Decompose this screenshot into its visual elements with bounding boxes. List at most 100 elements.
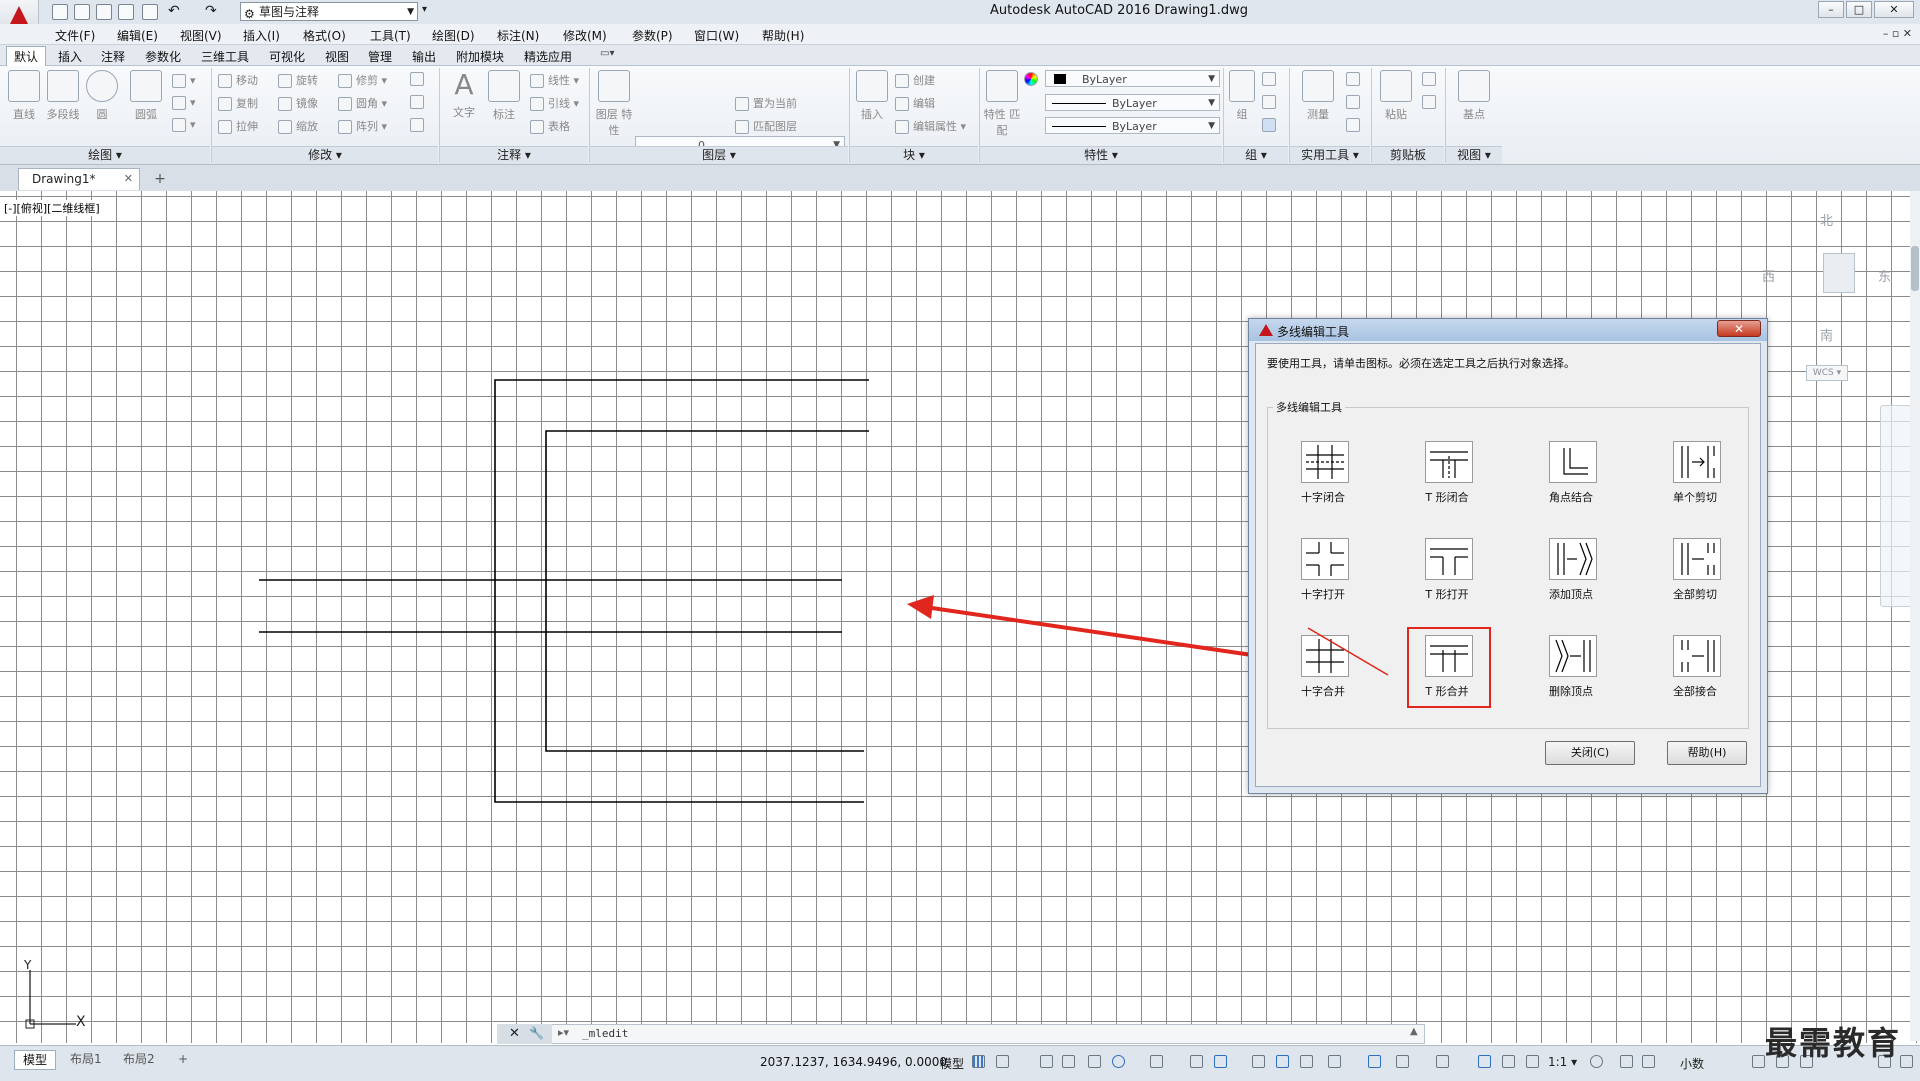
wrench-icon[interactable]: 🔧 — [529, 1026, 544, 1040]
3d-object-snap-icon[interactable] — [1328, 1055, 1341, 1068]
navigation-bar[interactable] — [1880, 405, 1912, 607]
viewport-controls-label[interactable]: [-][俯视][二维线框] — [4, 200, 100, 216]
close-icon[interactable]: ✕ — [509, 1026, 520, 1041]
quick-properties-icon[interactable] — [1752, 1055, 1765, 1068]
base-view-tool[interactable]: 基点 — [1452, 66, 1496, 122]
command-line[interactable] — [497, 1024, 1425, 1044]
annotation-scale-value[interactable]: 1:1 ▾ — [1548, 1055, 1577, 1069]
panel-layers-title[interactable]: 图层 ▾ — [590, 146, 848, 164]
panel-properties-title[interactable]: 特性 ▾ — [980, 146, 1222, 164]
print-icon[interactable] — [142, 4, 158, 20]
menu-help[interactable]: 帮助(H) — [762, 27, 804, 44]
close-window-button[interactable]: ✕ — [1874, 1, 1914, 18]
trim-tool[interactable]: 修剪 ▾ — [338, 72, 387, 88]
grid-icon[interactable] — [972, 1055, 985, 1068]
mirror-tool[interactable]: 镜像 — [278, 95, 318, 111]
match-layer-tool[interactable]: 匹配图层 — [735, 118, 797, 134]
arc-tool[interactable]: 圆弧 — [124, 66, 168, 122]
menu-format[interactable]: 格式(O) — [303, 27, 346, 44]
viewcube-west[interactable]: 西 — [1762, 266, 1775, 285]
line-tool[interactable]: 直线 — [2, 66, 46, 122]
dimension-tool[interactable]: 标注 — [482, 66, 526, 122]
move-tool[interactable]: 移动 — [218, 72, 258, 88]
save-as-icon[interactable] — [118, 4, 134, 20]
tab-3d-tools[interactable]: 三维工具 — [201, 48, 249, 65]
tab-output[interactable]: 输出 — [412, 48, 436, 65]
document-window-controls[interactable]: – ▫ ✕ — [1883, 27, 1912, 40]
hatch-tool[interactable]: ▾ — [172, 96, 196, 110]
polyline-tool[interactable]: 多段线 — [41, 66, 85, 122]
stretch-tool[interactable]: 拉伸 — [218, 118, 258, 134]
paste-tool[interactable]: 粘贴 — [1374, 66, 1418, 122]
edit-attributes-tool[interactable]: 编辑属性 ▾ — [895, 118, 966, 134]
color-wheel-icon[interactable] — [1024, 72, 1042, 86]
dynamic-ucs-icon[interactable] — [1368, 1055, 1381, 1068]
tab-visualize[interactable]: 可视化 — [269, 48, 305, 65]
gizmo-icon[interactable] — [1436, 1055, 1449, 1068]
object-snap-icon[interactable] — [1214, 1055, 1227, 1068]
rotate-tool[interactable]: 旋转 — [278, 72, 318, 88]
ungroup-tool[interactable] — [1262, 72, 1280, 86]
menu-edit[interactable]: 编辑(E) — [117, 27, 158, 44]
vertical-scrollbar[interactable] — [1910, 191, 1920, 1041]
cursor-coordinates[interactable]: 2037.1237, 1634.9496, 0.0000 — [760, 1055, 947, 1069]
tab-parametric[interactable]: 参数化 — [145, 48, 181, 65]
id-point-tool[interactable] — [1346, 72, 1364, 86]
ribbon-minimize-icon[interactable]: ▭▾ — [600, 48, 614, 59]
annotation-visibility-icon[interactable] — [1478, 1055, 1491, 1068]
explode-tool[interactable] — [410, 95, 428, 109]
command-history-icon[interactable]: ▲ — [1410, 1026, 1418, 1037]
customization-icon[interactable] — [1900, 1055, 1913, 1068]
viewcube-north[interactable]: 北 — [1820, 210, 1833, 229]
panel-view-title[interactable]: 视图 ▾ — [1446, 146, 1502, 164]
layout-tab-model[interactable]: 模型 — [14, 1050, 57, 1070]
menu-insert[interactable]: 插入(I) — [243, 27, 280, 44]
layout-tab-2[interactable]: 布局2 — [115, 1050, 163, 1068]
color-dropdown[interactable]: ByLayer ▼ — [1045, 70, 1220, 87]
menu-view[interactable]: 视图(V) — [180, 27, 222, 44]
open-file-icon[interactable] — [74, 4, 90, 20]
panel-utilities-title[interactable]: 实用工具 ▾ — [1290, 146, 1370, 164]
annotation-scale-icon[interactable] — [1526, 1055, 1539, 1068]
layer-properties-tool[interactable]: 图层 特性 — [592, 66, 636, 138]
layout-tab-1[interactable]: 布局1 — [62, 1050, 110, 1068]
group-edit-tool[interactable] — [1262, 95, 1280, 109]
units-icon[interactable] — [1642, 1055, 1655, 1068]
close-tab-icon[interactable]: ✕ — [124, 169, 133, 189]
quick-access-more-icon[interactable]: ▾ — [422, 4, 438, 20]
tab-addins[interactable]: 附加模块 — [456, 48, 504, 65]
document-tab[interactable]: Drawing1* ✕ — [18, 168, 140, 190]
linear-dim-tool[interactable]: 线性 ▾ — [530, 72, 579, 88]
tab-annotate[interactable]: 注释 — [101, 48, 125, 65]
ortho-icon[interactable] — [1088, 1055, 1101, 1068]
annotation-monitor-icon[interactable] — [1620, 1055, 1633, 1068]
create-block-tool[interactable]: 创建 — [895, 72, 935, 88]
scale-tool[interactable]: 缩放 — [278, 118, 318, 134]
workspace-gear-icon[interactable] — [1590, 1055, 1603, 1068]
cut-tool[interactable] — [1422, 72, 1440, 86]
leader-tool[interactable]: 引线 ▾ — [530, 95, 579, 111]
group-select-tool[interactable] — [1262, 118, 1280, 132]
table-tool[interactable]: 表格 — [530, 118, 570, 134]
erase-tool[interactable] — [410, 72, 428, 86]
menu-modify[interactable]: 修改(M) — [563, 27, 607, 44]
measure-tool[interactable]: 测量 — [1296, 66, 1340, 122]
new-file-icon[interactable] — [52, 4, 68, 20]
panel-groups-title[interactable]: 组 ▾ — [1224, 146, 1288, 164]
units-value[interactable]: 小数 — [1680, 1055, 1704, 1072]
redo-icon[interactable]: ↷ — [205, 4, 221, 20]
menu-dimension[interactable]: 标注(N) — [497, 27, 539, 44]
copy-tool[interactable]: 复制 — [218, 95, 258, 111]
text-tool[interactable]: A 文字 — [442, 66, 486, 120]
command-input[interactable]: _mledit — [582, 1027, 628, 1040]
match-properties-tool[interactable]: 特性 匹配 — [980, 66, 1024, 138]
tab-insert[interactable]: 插入 — [58, 48, 82, 65]
copy-clip-tool[interactable] — [1422, 95, 1440, 109]
lineweight-icon[interactable] — [1252, 1055, 1265, 1068]
infer-constraints-icon[interactable] — [1040, 1055, 1053, 1068]
tab-featured-apps[interactable]: 精选应用 — [524, 48, 572, 65]
insert-block-tool[interactable]: 插入 — [850, 66, 894, 122]
selection-filter-icon[interactable] — [1396, 1055, 1409, 1068]
minimize-button[interactable]: – — [1818, 1, 1844, 18]
fillet-tool[interactable]: 圆角 ▾ — [338, 95, 387, 111]
